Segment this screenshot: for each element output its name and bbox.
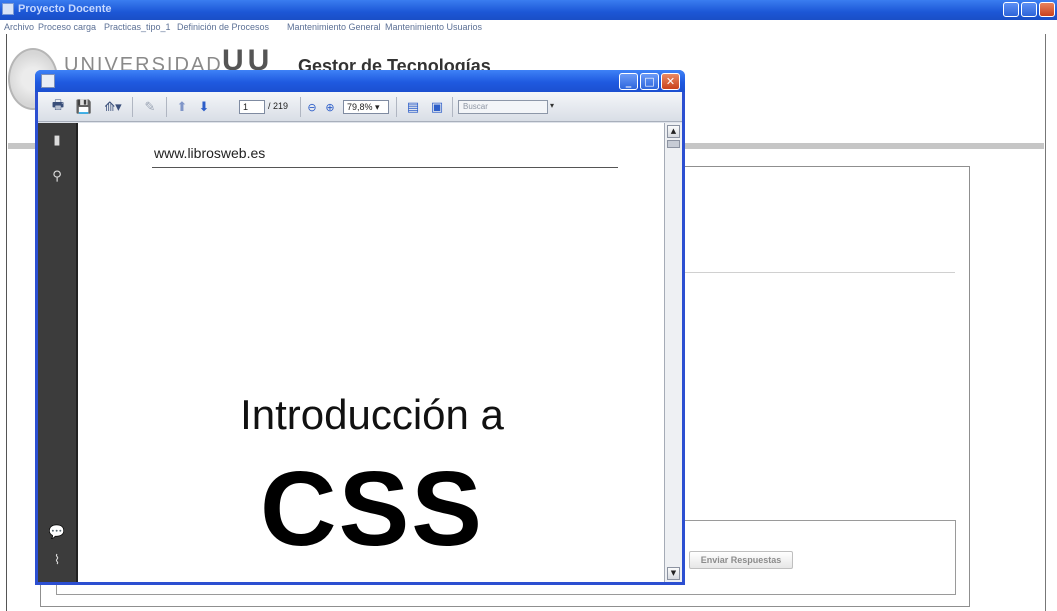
maximize-button[interactable] [1021,2,1037,17]
scroll-up-button[interactable]: ▲ [667,125,680,138]
toolbar-separator [132,97,133,117]
menu-item-archivo[interactable]: Archivo [4,22,34,32]
scroll-down-button[interactable]: ▼ [667,567,680,580]
comment-icon[interactable]: ✎ [140,98,160,116]
pdf-body: 🖶 💾 ⟰▾ ✎ ⬆ ⬇ 1 / 219 ⊖ ⊕ 79,8% ▾ ▤ ▣ Bus… [38,92,682,582]
vertical-scrollbar[interactable]: ▲ ▼ [664,123,682,582]
page-number-input[interactable]: 1 [239,100,265,114]
pages-icon[interactable]: ▮ [47,131,67,151]
attachment-icon[interactable]: ⌇ [47,551,67,571]
page-url: www.librosweb.es [154,145,266,161]
printer-icon[interactable]: 🖶 [48,98,68,116]
toolbar-separator [452,97,453,117]
pdf-maximize-button[interactable]: □ [640,73,659,90]
pdf-minimize-button[interactable]: _ [619,73,638,90]
pdf-window-controls: _ □ ✕ [619,73,680,90]
arrow-down-icon[interactable]: ⬇ [194,98,214,116]
scroll-thumb[interactable] [667,140,680,148]
pdf-app-icon [41,74,55,88]
send-answers-button[interactable]: Enviar Respuestas [689,551,793,569]
app-window-controls [1003,2,1055,17]
minimize-button[interactable] [1003,2,1019,17]
pdf-page: www.librosweb.es Introducción a CSS [76,123,664,582]
page-heading: Introducción a [240,391,504,438]
menu-item-definicion-procesos[interactable]: Definición de Procesos [177,22,269,32]
close-button[interactable] [1039,2,1055,17]
menu-item-mantenimiento-general[interactable]: Mantenimiento General [287,22,381,32]
pdf-titlebar: _ □ ✕ [35,70,685,92]
page-total: / 219 [268,101,289,111]
floppy-disk-icon[interactable]: 💾 [74,98,94,116]
pdf-close-button[interactable]: ✕ [661,73,680,90]
toolbar-separator [166,97,167,117]
content-divider [681,272,955,273]
app-titlebar: Proyecto Docente [0,0,1057,20]
menu-item-practicas[interactable]: Practicas_tipo_1 [104,22,171,32]
app-title: Proyecto Docente [18,3,112,15]
pdf-viewer-window: _ □ ✕ 🖶 💾 ⟰▾ ✎ ⬆ ⬇ 1 / 219 ⊖ ⊕ 79,8% ▾ ▤… [35,70,685,585]
arrow-up-icon[interactable]: ⬆ [172,98,192,116]
share-icon[interactable]: ⟰▾ [100,98,126,116]
zoom-out-icon[interactable]: ⊖ [304,98,320,116]
zoom-in-icon[interactable]: ⊕ [322,98,338,116]
menu-item-proceso-carga[interactable]: Proceso carga [38,22,96,32]
zoom-value: 79,8% [347,102,373,112]
comments-icon[interactable]: 💬 [47,523,67,543]
menubar: Archivo Proceso carga Practicas_tipo_1 D… [0,20,1057,34]
toolbar-separator [396,97,397,117]
menu-item-mantenimiento-usuarios[interactable]: Mantenimiento Usuarios [385,22,482,32]
zoom-level-select[interactable]: 79,8% ▾ [343,100,389,114]
chevron-down-icon[interactable]: ▾ [550,101,554,110]
fit-page-icon[interactable]: ▤ [404,98,422,116]
page-header-rule [152,167,618,168]
pdf-navigation-sidebar: ▮ ⚲ 💬 ⌇ [38,123,76,582]
app-icon [2,3,14,15]
pdf-toolbar: 🖶 💾 ⟰▾ ✎ ⬆ ⬇ 1 / 219 ⊖ ⊕ 79,8% ▾ ▤ ▣ Bus… [38,92,682,122]
fit-width-icon[interactable]: ▣ [428,98,446,116]
page-title: CSS [260,450,484,568]
binoculars-icon[interactable]: ⚲ [47,167,67,187]
search-input[interactable]: Buscar [458,100,548,114]
toolbar-separator [300,97,301,117]
